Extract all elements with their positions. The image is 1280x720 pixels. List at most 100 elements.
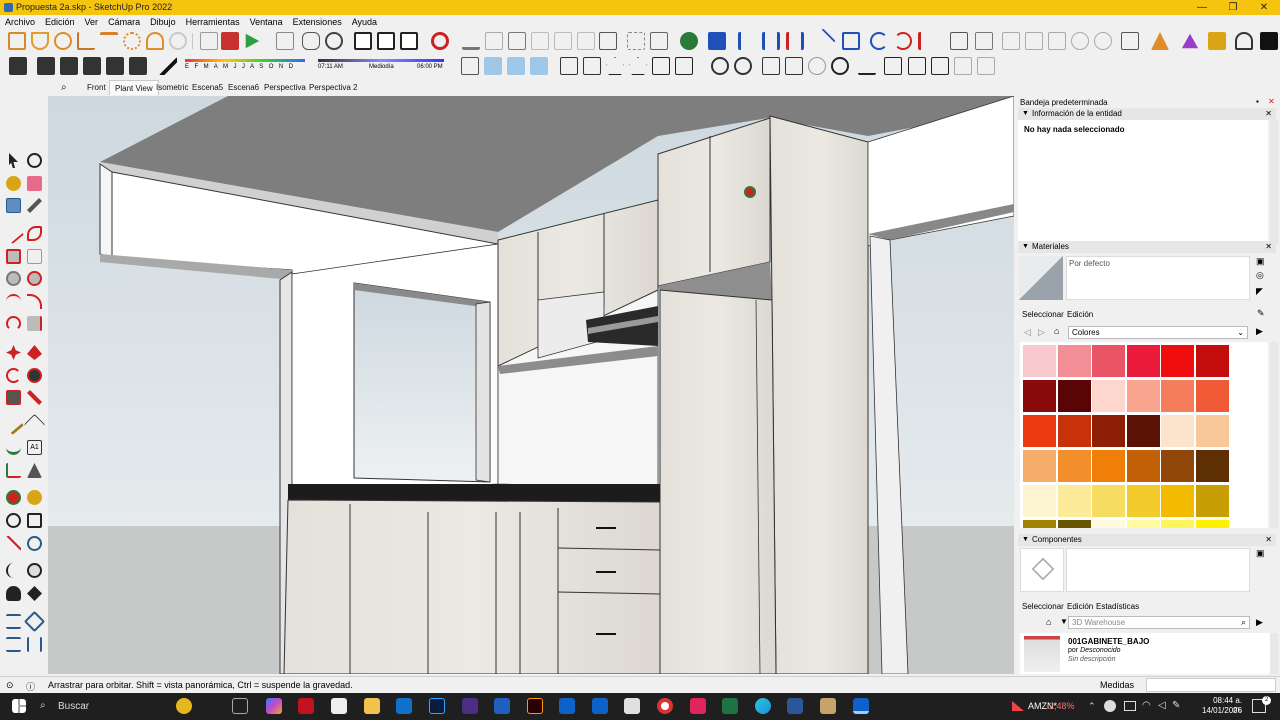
excel-icon[interactable] (722, 698, 738, 714)
paint-bucket-icon[interactable] (159, 57, 177, 75)
outliner-icon[interactable] (975, 32, 993, 50)
protractor-icon[interactable] (77, 32, 95, 50)
material-swatch[interactable] (1092, 380, 1125, 412)
three-point-arc-icon[interactable] (6, 316, 21, 331)
acrobat-red-icon[interactable] (690, 698, 706, 714)
component-icon[interactable] (37, 57, 55, 75)
pen-icon[interactable]: ✎ (1172, 700, 1180, 711)
components-home-icon[interactable]: ⌂ (1046, 617, 1051, 627)
component-thumbnail[interactable] (1024, 636, 1060, 672)
arc-icon[interactable] (146, 32, 164, 50)
stamp-icon[interactable] (531, 32, 549, 50)
autocad-icon[interactable] (462, 698, 478, 714)
arc-tool-icon[interactable] (6, 294, 21, 309)
material-swatch[interactable] (1161, 450, 1194, 482)
zoom-extents-icon[interactable] (6, 536, 21, 551)
material-swatch[interactable] (1195, 485, 1229, 517)
scene-tab-front[interactable]: Front (82, 80, 111, 95)
position-camera-icon[interactable] (6, 563, 21, 578)
report-icon[interactable] (221, 32, 239, 50)
offset-icon[interactable] (27, 390, 42, 405)
section-icon[interactable] (27, 586, 42, 601)
align-arrows-icon[interactable] (786, 32, 804, 50)
create-material-icon[interactable]: ▣ (1256, 256, 1265, 267)
material-swatch[interactable] (1126, 380, 1160, 412)
material-swatch[interactable] (1057, 345, 1091, 377)
edge-icon[interactable] (755, 698, 771, 714)
hidden-line-icon[interactable] (560, 57, 578, 75)
tag-icon[interactable] (6, 198, 21, 213)
iso-view-icon[interactable] (1002, 32, 1020, 50)
material-swatch[interactable] (1161, 485, 1194, 517)
ocl-icon[interactable] (354, 32, 372, 50)
follow-me-icon[interactable] (27, 368, 42, 383)
level-icon[interactable] (858, 57, 876, 75)
components-scrollbar[interactable] (1270, 633, 1278, 674)
eraser-icon[interactable] (27, 176, 42, 191)
sketchup-active-icon[interactable] (853, 698, 869, 714)
components-header[interactable]: ▼ Componentes ✕ (1018, 534, 1276, 546)
tape-measure-icon[interactable] (200, 32, 218, 50)
entity-info-header[interactable]: ▼ Información de la entidad ✕ (1018, 108, 1276, 120)
line-tool-icon[interactable] (2, 222, 25, 245)
back-edges-icon[interactable] (507, 57, 525, 75)
kitchen-3d-model[interactable] (48, 96, 1014, 674)
material-swatch[interactable] (1057, 380, 1091, 412)
outlook-icon[interactable] (396, 698, 412, 714)
layers-icon[interactable] (950, 32, 968, 50)
material-swatch[interactable] (1092, 485, 1125, 517)
sandbox-flip-icon[interactable] (27, 637, 42, 652)
material-swatch[interactable] (1023, 450, 1056, 482)
home-icon[interactable] (606, 57, 624, 75)
outer-shell-icon[interactable] (627, 32, 645, 50)
material-swatch[interactable] (1057, 415, 1091, 447)
components-tab-select[interactable]: Seleccionar (1022, 602, 1064, 611)
material-library-select[interactable]: Colores ⌄ (1068, 326, 1248, 339)
house-outline-icon[interactable] (629, 57, 647, 75)
right-view-icon[interactable] (1071, 32, 1089, 50)
component-box-icon[interactable] (1208, 32, 1226, 50)
paint-bucket-small-icon[interactable]: ◤ (1256, 286, 1263, 297)
sandbox-smoove-icon[interactable] (6, 614, 21, 629)
move-axis-icon[interactable] (708, 32, 726, 50)
material-swatch[interactable] (1126, 485, 1160, 517)
app-window-icon[interactable] (624, 698, 640, 714)
arc2-icon[interactable] (27, 294, 42, 309)
material-swatch[interactable] (1057, 485, 1091, 517)
styles-icon[interactable] (711, 57, 729, 75)
forward-arrow-icon[interactable]: ▷ (1038, 327, 1045, 338)
chrome-icon[interactable] (657, 698, 673, 714)
hide-icon[interactable] (106, 57, 124, 75)
menu-ayuda[interactable]: Ayuda (347, 15, 382, 29)
material-swatch[interactable] (1126, 520, 1160, 528)
windows-start-icon[interactable] (12, 699, 26, 713)
settings-gear-icon[interactable] (325, 32, 343, 50)
pie-icon[interactable] (27, 316, 42, 331)
copilot-sparkle-icon[interactable] (176, 698, 192, 714)
shadows-icon[interactable] (808, 57, 826, 75)
sample-material-icon[interactable]: ◎ (1256, 270, 1264, 281)
orbit-active-icon[interactable] (6, 490, 21, 505)
store-icon[interactable] (331, 698, 347, 714)
look-around-icon[interactable] (27, 563, 42, 578)
sandbox-drape-icon[interactable] (6, 637, 21, 652)
freehand-icon[interactable] (27, 226, 42, 241)
details-arrow-icon[interactable]: ▶ (1256, 326, 1263, 337)
rotated-rect-icon[interactable] (27, 249, 42, 264)
house-side-icon[interactable] (675, 57, 693, 75)
material-swatch[interactable] (1092, 450, 1125, 482)
scene-tab-escena5[interactable]: Escena5 (187, 80, 228, 95)
components-dropdown-icon[interactable]: ▼ (1060, 617, 1068, 626)
walk-icon[interactable] (6, 586, 21, 601)
battery-icon[interactable] (1124, 701, 1136, 711)
house-front-icon[interactable] (652, 57, 670, 75)
tray-close-icon[interactable]: ✕ (1268, 97, 1275, 106)
text-tool-icon[interactable] (100, 32, 118, 50)
zoom-icon[interactable] (6, 513, 21, 528)
material-swatch[interactable] (1057, 450, 1091, 482)
diagonal-arrow-icon[interactable] (810, 28, 836, 54)
materials-tab-edit[interactable]: Edición (1067, 310, 1093, 319)
panel-icon[interactable] (954, 57, 972, 75)
scene-tab-escena6[interactable]: Escena6 (223, 80, 264, 95)
dimension-tool-icon[interactable] (400, 32, 418, 50)
